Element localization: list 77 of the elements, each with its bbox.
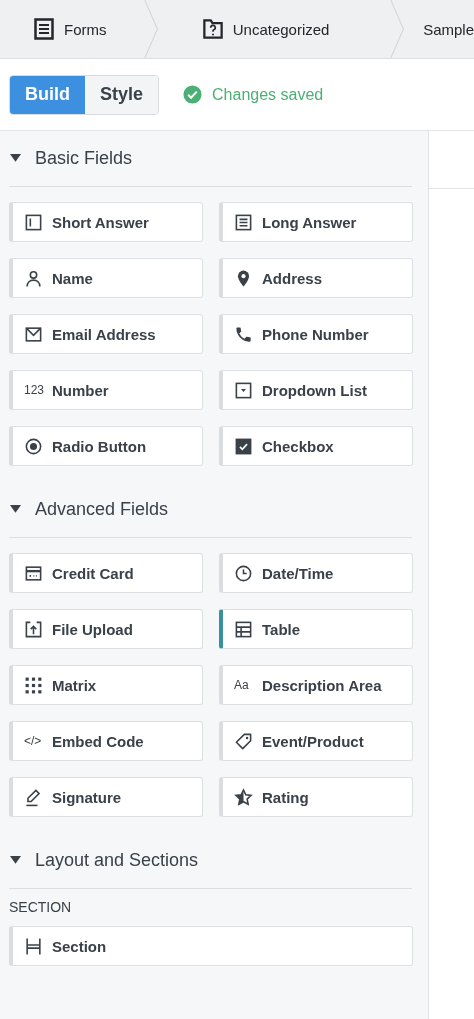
field-button[interactable]: Long Answer [219, 202, 413, 242]
field-label: Number [52, 381, 109, 399]
field-button[interactable]: Signature [9, 777, 203, 817]
field-label: Dropdown List [262, 381, 367, 399]
field-button[interactable]: Dropdown List [219, 370, 413, 410]
field-label: Table [262, 620, 301, 638]
field-label: Short Answer [52, 213, 149, 231]
field-button[interactable]: Email Address [9, 314, 203, 354]
clock-icon [234, 563, 253, 583]
field-label: Matrix [52, 676, 97, 694]
group-heading[interactable]: Basic Fields [35, 148, 133, 169]
field-label: Phone Number [262, 325, 369, 343]
subheading: SECTION [9, 899, 73, 915]
paragraph-icon [234, 212, 253, 232]
person-icon [24, 268, 43, 288]
field-button[interactable]: Rating [219, 777, 413, 817]
mode-tab[interactable]: Style [85, 75, 159, 114]
field-label: Rating [262, 788, 309, 806]
group-heading[interactable]: Layout and Sections [35, 850, 199, 871]
envelope-icon [24, 324, 43, 344]
field-label: Event/Product [262, 732, 364, 750]
pen-icon [24, 787, 43, 807]
field-button[interactable]: Credit Card [9, 553, 203, 593]
radio-icon [24, 436, 43, 456]
text-field-icon [24, 212, 43, 232]
star-icon [234, 787, 253, 807]
field-label: File Upload [52, 620, 133, 638]
breadcrumb-link[interactable]: Forms [0, 18, 143, 40]
breadcrumb-link[interactable]: Uncategorized [160, 18, 390, 40]
field-button[interactable]: Section [9, 926, 413, 966]
field-button[interactable]: File Upload [9, 609, 203, 649]
collapse-triangle-icon[interactable] [10, 154, 21, 163]
checkbox-icon [234, 436, 253, 456]
field-button[interactable]: 123 Number [9, 370, 203, 410]
field-button[interactable]: Aa Description Area [219, 665, 413, 705]
field-label: Long Answer [262, 213, 357, 231]
field-glyph: </> [24, 734, 43, 748]
save-status: Changes saved [212, 85, 324, 104]
field-label: Credit Card [52, 564, 134, 582]
form-icon [34, 18, 54, 40]
field-button[interactable]: Name [9, 258, 203, 298]
phone-icon [234, 324, 253, 344]
dot-grid-icon [24, 675, 43, 695]
field-button[interactable]: Checkbox [219, 426, 413, 466]
field-button[interactable]: Address [219, 258, 413, 298]
field-label: Checkbox [262, 437, 334, 455]
field-button[interactable]: Matrix [9, 665, 203, 705]
dropdown-icon [234, 380, 253, 400]
field-label: Address [262, 269, 323, 287]
field-button[interactable]: Date/Time [219, 553, 413, 593]
check-circle-icon [183, 85, 203, 104]
breadcrumb-link[interactable]: Sample [407, 20, 474, 38]
field-label: Signature [52, 788, 122, 806]
tag-icon [234, 731, 253, 751]
collapse-triangle-icon[interactable] [10, 505, 21, 514]
field-label: Embed Code [52, 732, 144, 750]
field-button[interactable]: Table [219, 609, 413, 649]
field-glyph: Aa [234, 678, 250, 692]
field-button[interactable]: </> Embed Code [9, 721, 203, 761]
field-glyph: 123 [24, 383, 43, 397]
field-button[interactable]: Phone Number [219, 314, 413, 354]
field-label: Radio Button [52, 437, 147, 455]
folder-question-icon [202, 18, 223, 40]
field-button[interactable]: Short Answer [9, 202, 203, 242]
field-label: Section [52, 937, 107, 955]
section-icon [24, 936, 43, 956]
field-button[interactable]: Radio Button [9, 426, 203, 466]
upload-icon [24, 619, 43, 639]
group-heading[interactable]: Advanced Fields [35, 499, 169, 520]
collapse-triangle-icon[interactable] [10, 856, 21, 865]
field-label: Description Area [262, 676, 382, 694]
credit-card-icon [24, 563, 43, 583]
field-label: Name [52, 269, 93, 287]
field-label: Email Address [52, 325, 156, 343]
field-label: Date/Time [262, 564, 334, 582]
table-icon [234, 619, 253, 639]
field-button[interactable]: Event/Product [219, 721, 413, 761]
